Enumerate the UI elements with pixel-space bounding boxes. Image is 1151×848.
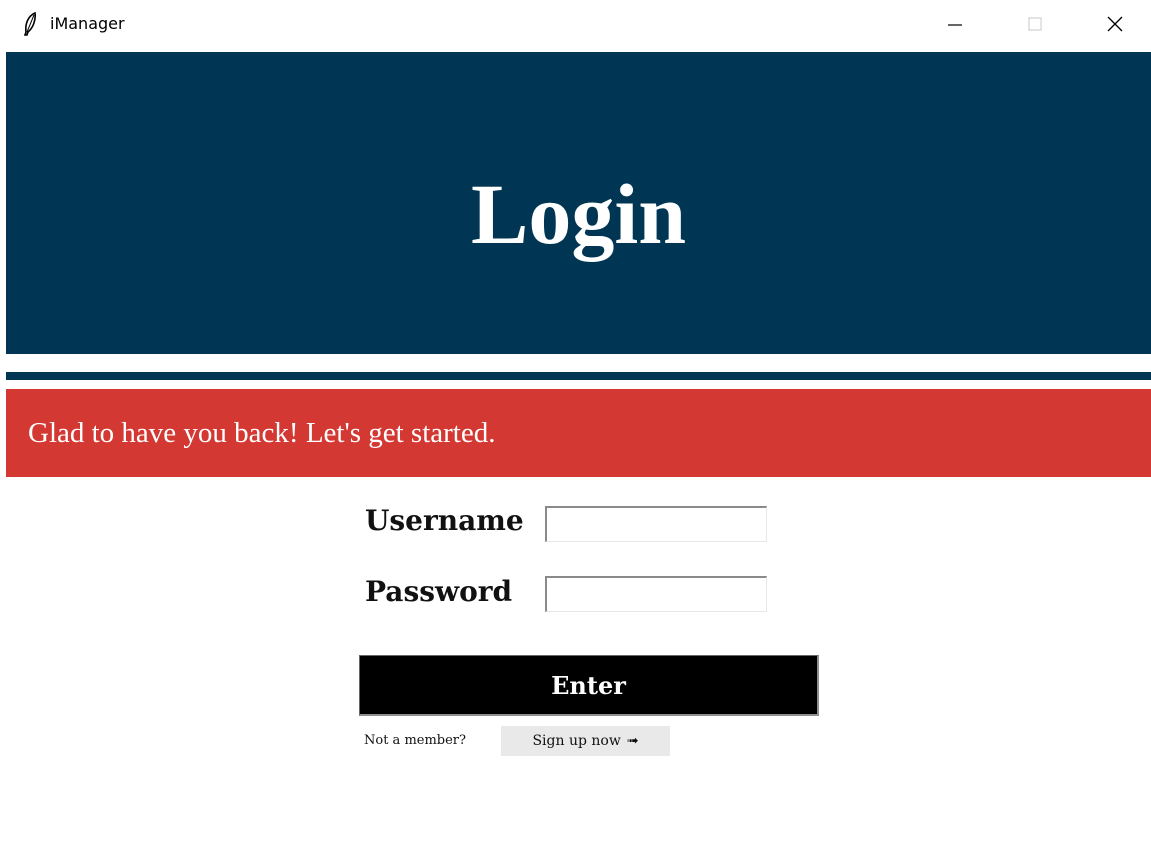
username-label: Username [365, 504, 524, 537]
password-label: Password [365, 575, 513, 608]
close-button[interactable] [1080, 0, 1150, 52]
enter-button-label: Enter [551, 670, 626, 700]
window-title: iManager [50, 14, 125, 33]
minimize-button[interactable] [920, 0, 990, 52]
header-divider [6, 372, 1151, 380]
login-header: Login [6, 52, 1151, 354]
title-bar: iManager [0, 0, 1151, 52]
password-input[interactable] [545, 576, 767, 612]
close-icon [1106, 15, 1124, 37]
feather-icon [22, 11, 38, 36]
maximize-icon [1027, 16, 1043, 36]
login-window: iManager Login Glad to have you back! Le… [0, 0, 1151, 848]
signup-button-label: Sign up now [532, 733, 621, 749]
maximize-button[interactable] [1000, 0, 1070, 52]
arrow-right-icon: ➟ [626, 733, 639, 749]
not-member-text: Not a member? [364, 733, 466, 748]
enter-button[interactable]: Enter [359, 655, 819, 716]
minimize-icon [947, 16, 963, 36]
signup-button[interactable]: Sign up now ➟ [501, 726, 670, 756]
welcome-message: Glad to have you back! Let's get started… [28, 416, 496, 449]
page-title: Login [470, 166, 687, 262]
username-input[interactable] [545, 506, 767, 542]
welcome-banner: Glad to have you back! Let's get started… [6, 389, 1151, 477]
